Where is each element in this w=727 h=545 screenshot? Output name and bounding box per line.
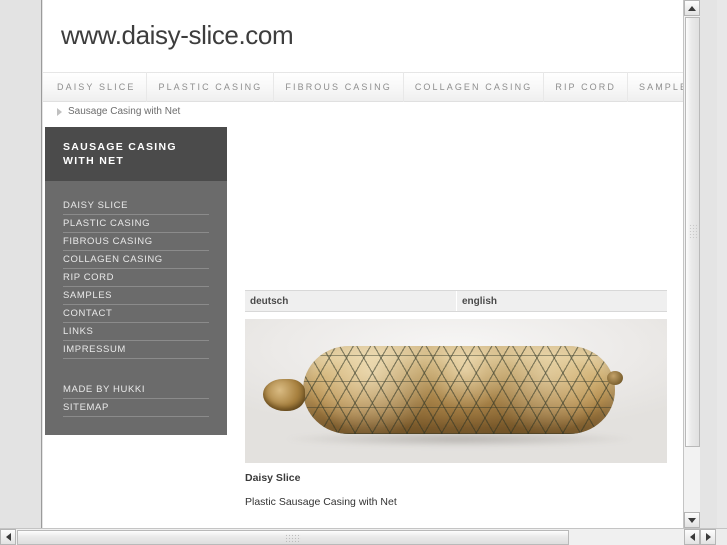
vertical-scrollbar-thumb[interactable] — [685, 17, 700, 447]
top-navigation: DAISY SLICE PLASTIC CASING FIBROUS CASIN… — [43, 72, 700, 102]
left-gutter — [0, 0, 42, 528]
outer-right-strip — [717, 0, 727, 528]
site-logo[interactable]: www.daisy-slice.com — [61, 20, 294, 51]
sidebar-header: SAUSAGE CASING WITH NET — [45, 127, 227, 181]
sidebar: SAUSAGE CASING WITH NET DAISY SLICE PLAS… — [45, 127, 227, 435]
sidebar-item-sitemap[interactable]: SITEMAP — [63, 399, 209, 417]
triangle-right-icon — [57, 107, 62, 116]
sidebar-menu: DAISY SLICE PLASTIC CASING FIBROUS CASIN… — [45, 181, 227, 417]
sidebar-item-daisy-slice[interactable]: DAISY SLICE — [63, 197, 209, 215]
nav-item-collagen-casing[interactable]: COLLAGEN CASING — [404, 72, 545, 102]
sidebar-item-made-by-hukki[interactable]: MADE BY HUKKI — [63, 381, 209, 399]
horizontal-scrollbar[interactable] — [0, 528, 727, 545]
caption-text: Plastic Sausage Casing with Net — [245, 496, 397, 508]
triangle-up-icon — [688, 5, 696, 11]
scrollbar-grip-icon — [285, 533, 301, 542]
sausage-knot-left — [263, 379, 305, 411]
breadcrumb: Sausage Casing with Net — [57, 106, 180, 117]
product-photo — [245, 319, 667, 463]
scroll-up-button[interactable] — [684, 0, 700, 16]
scrollbar-corner — [716, 529, 727, 545]
triangle-left-icon — [5, 533, 11, 541]
sidebar-title: SAUSAGE CASING WITH NET — [63, 141, 177, 167]
sidebar-item-links[interactable]: LINKS — [63, 323, 209, 341]
tab-deutsch[interactable]: deutsch — [245, 291, 456, 311]
content-column: deutsch english Daisy Slice Plastic Saus… — [245, 290, 667, 508]
tab-english[interactable]: english — [456, 291, 667, 311]
sidebar-item-fibrous-casing[interactable]: FIBROUS CASING — [63, 233, 209, 251]
scroll-right-button-2[interactable] — [700, 529, 716, 545]
nav-item-rip-cord[interactable]: RIP CORD — [544, 72, 628, 102]
sidebar-item-collagen-casing[interactable]: COLLAGEN CASING — [63, 251, 209, 269]
caption-title: Daisy Slice — [245, 472, 301, 484]
scroll-left-button[interactable] — [0, 529, 16, 545]
horizontal-scrollbar-thumb[interactable] — [17, 530, 569, 545]
nav-item-daisy-slice[interactable]: DAISY SLICE — [43, 72, 148, 102]
scroll-right-button-1[interactable] — [684, 529, 700, 545]
vertical-scrollbar[interactable] — [683, 0, 700, 528]
sidebar-item-samples[interactable]: SAMPLES — [63, 287, 209, 305]
triangle-down-icon — [688, 517, 696, 523]
sausage-body — [303, 346, 615, 434]
sausage-knot-right — [607, 371, 623, 385]
nav-item-plastic-casing[interactable]: PLASTIC CASING — [147, 72, 275, 102]
browser-viewport: N T ce Fib Co Pla www.daisy-slice.com DA… — [0, 0, 727, 545]
breadcrumb-current: Sausage Casing with Net — [68, 106, 181, 117]
scrollbar-grip-icon — [688, 224, 697, 240]
triangle-left-icon — [689, 533, 695, 541]
sidebar-item-impressum[interactable]: IMPRESSUM — [63, 341, 209, 359]
sidebar-item-plastic-casing[interactable]: PLASTIC CASING — [63, 215, 209, 233]
page-canvas: www.daisy-slice.com DAISY SLICE PLASTIC … — [43, 0, 700, 528]
hexagonal-net-pattern — [303, 346, 615, 434]
triangle-right-icon — [705, 533, 711, 541]
language-tabs: deutsch english — [245, 290, 667, 312]
scroll-down-button[interactable] — [684, 512, 700, 528]
sidebar-item-contact[interactable]: CONTACT — [63, 305, 209, 323]
nav-item-fibrous-casing[interactable]: FIBROUS CASING — [274, 72, 404, 102]
sidebar-item-rip-cord[interactable]: RIP CORD — [63, 269, 209, 287]
